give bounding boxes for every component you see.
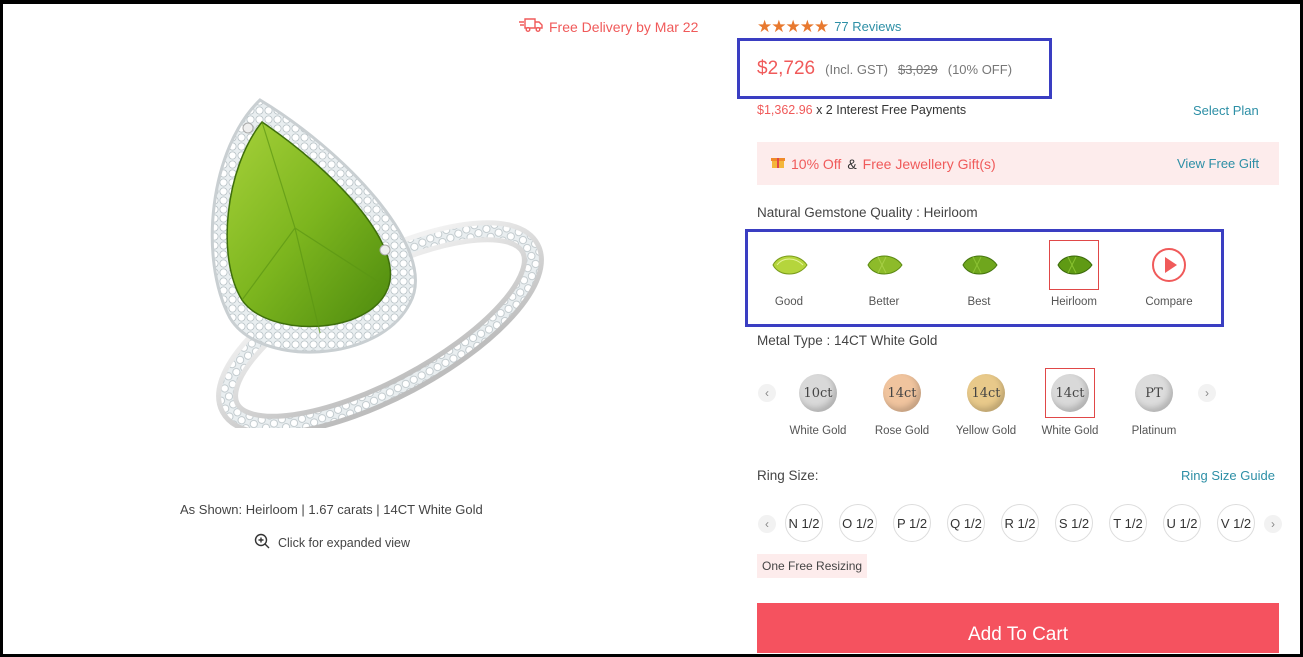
ring-size-label: Ring Size:	[757, 468, 819, 483]
ring-size-option[interactable]: T 1/2	[1109, 504, 1147, 542]
ring-size-option[interactable]: V 1/2	[1217, 504, 1255, 542]
product-image[interactable]	[120, 88, 560, 436]
metal-option-yellow-gold[interactable]: 14ct Yellow Gold	[950, 368, 1022, 437]
emi-text: x 2 Interest Free Payments	[812, 103, 967, 117]
metal-option-label: Yellow Gold	[955, 425, 1017, 437]
size-prev-arrow[interactable]: ‹	[758, 515, 776, 533]
ring-size-option[interactable]: S 1/2	[1055, 504, 1093, 542]
metal-option-10ct-white-gold[interactable]: 10ct White Gold	[782, 368, 854, 437]
metal-option-rose-gold[interactable]: 14ct Rose Gold	[866, 368, 938, 437]
metal-option-14ct-white-gold[interactable]: 14ct White Gold	[1034, 368, 1106, 437]
metal-ball: 14ct	[883, 374, 921, 412]
gift-icon	[771, 155, 785, 172]
metal-option-label: White Gold	[1041, 425, 1099, 437]
offer-percent: 10% Off	[791, 155, 842, 172]
gem-option-heirloom[interactable]: Heirloom	[1044, 240, 1104, 308]
delivery-text: Free Delivery by Mar 22	[549, 18, 699, 35]
gem-option-better[interactable]: Better	[854, 240, 914, 308]
gem-option-good[interactable]: Good	[759, 240, 819, 308]
metal-prev-arrow[interactable]: ‹	[758, 384, 776, 402]
metal-option-platinum[interactable]: PT Platinum	[1118, 368, 1190, 437]
current-price: $2,726	[757, 58, 816, 79]
peridot-better-icon	[859, 240, 909, 290]
play-icon	[1144, 240, 1194, 290]
gem-option-label: Best	[967, 296, 991, 308]
metal-ball: 14ct	[1051, 374, 1089, 412]
gem-option-label: Heirloom	[1050, 296, 1097, 308]
rating-stars: ★★★★★	[757, 17, 829, 36]
gst-note: (Incl. GST)	[825, 62, 888, 77]
emi-amount: $1,362.96	[757, 103, 813, 117]
view-free-gift-link[interactable]: View Free Gift	[1177, 156, 1259, 171]
price-row: $2,726 (Incl. GST) $3,029 (10% OFF)	[757, 58, 1012, 80]
gem-option-compare[interactable]: Compare	[1139, 240, 1199, 308]
offer-gift: Free Jewellery Gift(s)	[862, 155, 996, 172]
add-to-cart-button[interactable]: Add To Cart	[757, 603, 1279, 653]
offer-amp: &	[847, 155, 857, 172]
metal-next-arrow[interactable]: ›	[1198, 384, 1216, 402]
ring-size-option[interactable]: P 1/2	[893, 504, 931, 542]
ring-size-option[interactable]: O 1/2	[839, 504, 877, 542]
metal-option-label: Platinum	[1131, 425, 1177, 437]
peridot-good-icon	[764, 240, 814, 290]
ring-size-option[interactable]: N 1/2	[785, 504, 823, 542]
emi-info: $1,362.96 x 2 Interest Free Payments	[757, 103, 966, 117]
reviews-link[interactable]: 77 Reviews	[834, 19, 901, 34]
ring-size-guide-link[interactable]: Ring Size Guide	[1181, 468, 1275, 483]
metal-type-label: Metal Type : 14CT White Gold	[757, 333, 938, 348]
gem-option-label: Compare	[1145, 296, 1193, 308]
metal-ball: PT	[1135, 374, 1173, 412]
ring-size-option[interactable]: R 1/2	[1001, 504, 1039, 542]
expand-view-link[interactable]: Click for expanded view	[254, 533, 410, 552]
peridot-heirloom-icon	[1049, 240, 1099, 290]
ring-size-option[interactable]: Q 1/2	[947, 504, 985, 542]
metal-option-label: White Gold	[789, 425, 847, 437]
metal-ball: 10ct	[799, 374, 837, 412]
offer-banner: 10% Off & Free Jewellery Gift(s) View Fr…	[757, 142, 1279, 185]
ring-size-option[interactable]: U 1/2	[1163, 504, 1201, 542]
zoom-in-icon	[254, 533, 270, 552]
truck-icon	[519, 17, 543, 36]
metal-ball: 14ct	[967, 374, 1005, 412]
free-resizing-badge: One Free Resizing	[757, 554, 868, 578]
gem-option-best[interactable]: Best	[949, 240, 1009, 308]
delivery-info: Free Delivery by Mar 22	[519, 17, 698, 36]
size-next-arrow[interactable]: ›	[1264, 515, 1282, 533]
rating-row: ★★★★★ 77 Reviews	[757, 18, 901, 35]
peridot-best-icon	[954, 240, 1004, 290]
expand-view-text: Click for expanded view	[278, 535, 411, 550]
gem-option-label: Better	[868, 296, 900, 308]
gemstone-quality-label: Natural Gemstone Quality : Heirloom	[757, 205, 978, 220]
select-plan-link[interactable]: Select Plan	[1193, 103, 1259, 118]
discount-badge: (10% OFF)	[947, 62, 1013, 77]
as-shown-caption: As Shown: Heirloom | 1.67 carats | 14CT …	[180, 502, 483, 517]
metal-option-label: Rose Gold	[874, 425, 930, 437]
original-price: $3,029	[897, 62, 938, 77]
gem-option-label: Good	[774, 296, 804, 308]
